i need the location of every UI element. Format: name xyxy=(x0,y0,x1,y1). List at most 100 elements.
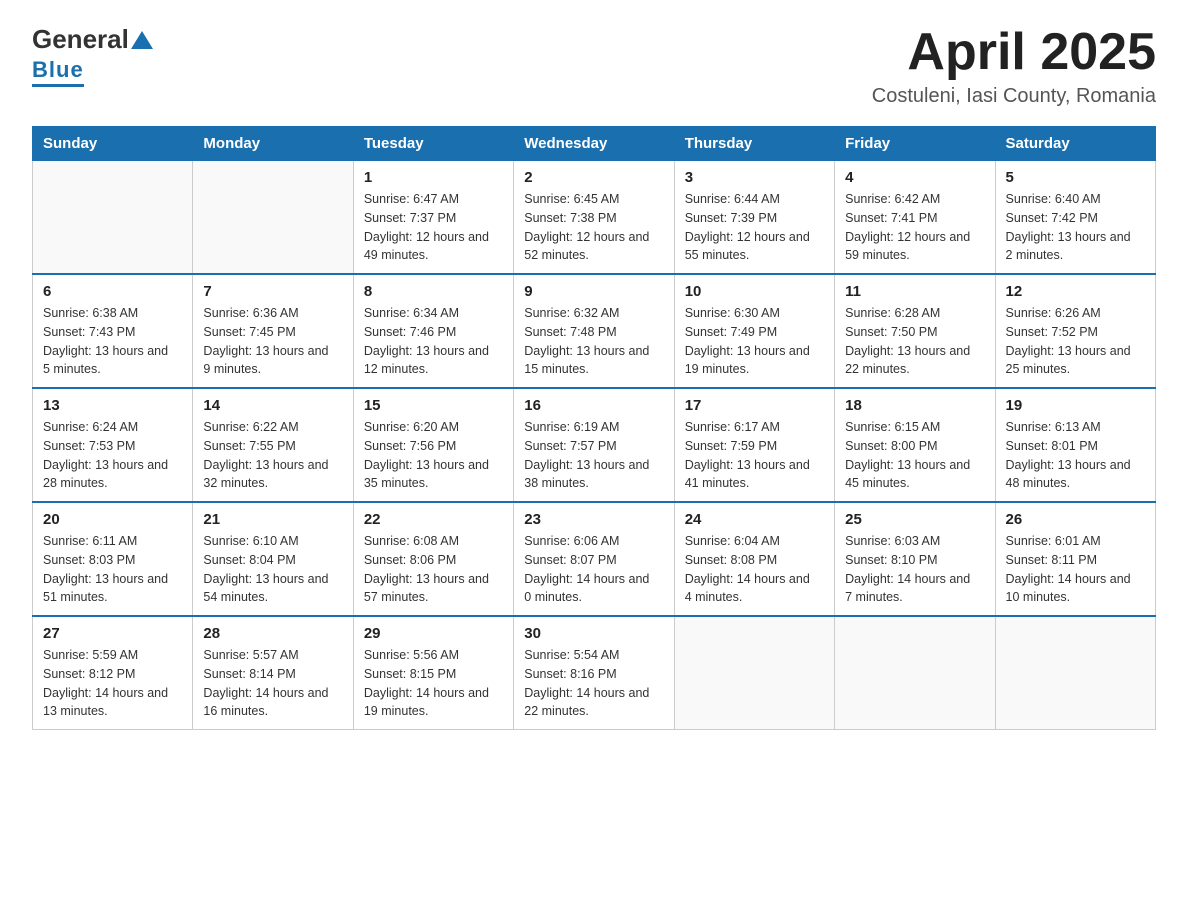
calendar-week-row: 27 Sunrise: 5:59 AMSunset: 8:12 PMDayligh… xyxy=(33,616,1156,730)
calendar-week-row: 20 Sunrise: 6:11 AMSunset: 8:03 PMDayligh… xyxy=(33,502,1156,616)
day-number: 13 xyxy=(43,397,182,414)
day-number: 9 xyxy=(524,283,663,300)
day-info: Sunrise: 5:59 AMSunset: 8:12 PMDaylight:… xyxy=(43,646,182,721)
day-info: Sunrise: 6:38 AMSunset: 7:43 PMDaylight:… xyxy=(43,304,182,379)
calendar-day-cell: 18 Sunrise: 6:15 AMSunset: 8:00 PMDayligh… xyxy=(835,388,995,502)
day-info: Sunrise: 6:08 AMSunset: 8:06 PMDaylight:… xyxy=(364,532,503,607)
calendar-day-cell: 27 Sunrise: 5:59 AMSunset: 8:12 PMDayligh… xyxy=(33,616,193,730)
day-info: Sunrise: 6:01 AMSunset: 8:11 PMDaylight:… xyxy=(1006,532,1145,607)
calendar-week-row: 6 Sunrise: 6:38 AMSunset: 7:43 PMDaylight… xyxy=(33,274,1156,388)
calendar-day-cell: 20 Sunrise: 6:11 AMSunset: 8:03 PMDayligh… xyxy=(33,502,193,616)
day-info: Sunrise: 6:19 AMSunset: 7:57 PMDaylight:… xyxy=(524,418,663,493)
col-sunday: Sunday xyxy=(33,127,193,161)
day-number: 26 xyxy=(1006,511,1145,528)
calendar-header-row: Sunday Monday Tuesday Wednesday Thursday… xyxy=(33,127,1156,161)
day-number: 4 xyxy=(845,169,984,186)
calendar-day-cell: 19 Sunrise: 6:13 AMSunset: 8:01 PMDayligh… xyxy=(995,388,1155,502)
day-info: Sunrise: 6:44 AMSunset: 7:39 PMDaylight:… xyxy=(685,190,824,265)
day-number: 28 xyxy=(203,625,342,642)
calendar-day-cell: 11Sunrise: 6:28 AMSunset: 7:50 PMDayligh… xyxy=(835,274,995,388)
calendar-day-cell xyxy=(674,616,834,730)
day-info: Sunrise: 6:10 AMSunset: 8:04 PMDaylight:… xyxy=(203,532,342,607)
day-info: Sunrise: 5:57 AMSunset: 8:14 PMDaylight:… xyxy=(203,646,342,721)
day-info: Sunrise: 6:45 AMSunset: 7:38 PMDaylight:… xyxy=(524,190,663,265)
calendar-day-cell: 16 Sunrise: 6:19 AMSunset: 7:57 PMDayligh… xyxy=(514,388,674,502)
day-number: 16 xyxy=(524,397,663,414)
day-info: Sunrise: 6:40 AMSunset: 7:42 PMDaylight:… xyxy=(1006,190,1145,265)
day-info: Sunrise: 6:17 AMSunset: 7:59 PMDaylight:… xyxy=(685,418,824,493)
day-info: Sunrise: 6:24 AMSunset: 7:53 PMDaylight:… xyxy=(43,418,182,493)
calendar-day-cell: 7Sunrise: 6:36 AMSunset: 7:45 PMDaylight… xyxy=(193,274,353,388)
day-info: Sunrise: 6:03 AMSunset: 8:10 PMDaylight:… xyxy=(845,532,984,607)
calendar-day-cell: 24 Sunrise: 6:04 AMSunset: 8:08 PMDayligh… xyxy=(674,502,834,616)
day-number: 7 xyxy=(203,283,342,300)
calendar-day-cell: 13 Sunrise: 6:24 AMSunset: 7:53 PMDayligh… xyxy=(33,388,193,502)
calendar-title-block: April 2025 Costuleni, Iasi County, Roman… xyxy=(872,24,1156,108)
day-number: 8 xyxy=(364,283,503,300)
calendar-day-cell: 23 Sunrise: 6:06 AMSunset: 8:07 PMDayligh… xyxy=(514,502,674,616)
day-number: 11 xyxy=(845,283,984,300)
day-info: Sunrise: 6:11 AMSunset: 8:03 PMDaylight:… xyxy=(43,532,182,607)
calendar-subtitle: Costuleni, Iasi County, Romania xyxy=(872,85,1156,108)
day-number: 14 xyxy=(203,397,342,414)
day-info: Sunrise: 6:26 AMSunset: 7:52 PMDaylight:… xyxy=(1006,304,1145,379)
calendar-day-cell: 2 Sunrise: 6:45 AMSunset: 7:38 PMDaylight… xyxy=(514,161,674,275)
day-info: Sunrise: 6:06 AMSunset: 8:07 PMDaylight:… xyxy=(524,532,663,607)
day-info: Sunrise: 6:04 AMSunset: 8:08 PMDaylight:… xyxy=(685,532,824,607)
logo-blue-text: Blue xyxy=(32,57,84,82)
day-info: Sunrise: 6:15 AMSunset: 8:00 PMDaylight:… xyxy=(845,418,984,493)
calendar-title: April 2025 xyxy=(872,24,1156,81)
calendar-day-cell: 10 Sunrise: 6:30 AMSunset: 7:49 PMDayligh… xyxy=(674,274,834,388)
calendar-day-cell: 26 Sunrise: 6:01 AMSunset: 8:11 PMDayligh… xyxy=(995,502,1155,616)
day-number: 3 xyxy=(685,169,824,186)
day-number: 21 xyxy=(203,511,342,528)
col-wednesday: Wednesday xyxy=(514,127,674,161)
day-number: 6 xyxy=(43,283,182,300)
calendar-day-cell: 12 Sunrise: 6:26 AMSunset: 7:52 PMDayligh… xyxy=(995,274,1155,388)
calendar-day-cell: 28 Sunrise: 5:57 AMSunset: 8:14 PMDayligh… xyxy=(193,616,353,730)
day-number: 2 xyxy=(524,169,663,186)
day-info: Sunrise: 6:13 AMSunset: 8:01 PMDaylight:… xyxy=(1006,418,1145,493)
day-number: 27 xyxy=(43,625,182,642)
logo-triangle-icon xyxy=(131,29,153,51)
day-info: Sunrise: 6:32 AMSunset: 7:48 PMDaylight:… xyxy=(524,304,663,379)
calendar-day-cell: 15Sunrise: 6:20 AMSunset: 7:56 PMDayligh… xyxy=(353,388,513,502)
day-info: Sunrise: 6:42 AMSunset: 7:41 PMDaylight:… xyxy=(845,190,984,265)
col-thursday: Thursday xyxy=(674,127,834,161)
day-number: 22 xyxy=(364,511,503,528)
day-number: 18 xyxy=(845,397,984,414)
day-number: 12 xyxy=(1006,283,1145,300)
day-info: Sunrise: 6:30 AMSunset: 7:49 PMDaylight:… xyxy=(685,304,824,379)
calendar-day-cell: 25Sunrise: 6:03 AMSunset: 8:10 PMDayligh… xyxy=(835,502,995,616)
day-number: 30 xyxy=(524,625,663,642)
calendar-day-cell: 4 Sunrise: 6:42 AMSunset: 7:41 PMDaylight… xyxy=(835,161,995,275)
col-monday: Monday xyxy=(193,127,353,161)
calendar-day-cell xyxy=(193,161,353,275)
day-number: 10 xyxy=(685,283,824,300)
page-header: General Blue April 2025 Costuleni, Iasi … xyxy=(32,24,1156,108)
day-info: Sunrise: 6:34 AMSunset: 7:46 PMDaylight:… xyxy=(364,304,503,379)
day-info: Sunrise: 6:22 AMSunset: 7:55 PMDaylight:… xyxy=(203,418,342,493)
day-number: 5 xyxy=(1006,169,1145,186)
day-number: 20 xyxy=(43,511,182,528)
day-number: 23 xyxy=(524,511,663,528)
col-saturday: Saturday xyxy=(995,127,1155,161)
calendar-day-cell: 29Sunrise: 5:56 AMSunset: 8:15 PMDayligh… xyxy=(353,616,513,730)
calendar-day-cell: 22 Sunrise: 6:08 AMSunset: 8:06 PMDayligh… xyxy=(353,502,513,616)
day-info: Sunrise: 6:20 AMSunset: 7:56 PMDaylight:… xyxy=(364,418,503,493)
day-info: Sunrise: 5:54 AMSunset: 8:16 PMDaylight:… xyxy=(524,646,663,721)
calendar-table: Sunday Monday Tuesday Wednesday Thursday… xyxy=(32,126,1156,730)
calendar-day-cell: 17 Sunrise: 6:17 AMSunset: 7:59 PMDayligh… xyxy=(674,388,834,502)
day-number: 24 xyxy=(685,511,824,528)
calendar-day-cell: 8 Sunrise: 6:34 AMSunset: 7:46 PMDaylight… xyxy=(353,274,513,388)
day-info: Sunrise: 5:56 AMSunset: 8:15 PMDaylight:… xyxy=(364,646,503,721)
logo-general-text: General xyxy=(32,24,129,55)
col-tuesday: Tuesday xyxy=(353,127,513,161)
col-friday: Friday xyxy=(835,127,995,161)
calendar-week-row: 13 Sunrise: 6:24 AMSunset: 7:53 PMDayligh… xyxy=(33,388,1156,502)
calendar-day-cell xyxy=(33,161,193,275)
logo: General Blue xyxy=(32,24,153,87)
day-info: Sunrise: 6:47 AMSunset: 7:37 PMDaylight:… xyxy=(364,190,503,265)
day-number: 17 xyxy=(685,397,824,414)
day-number: 19 xyxy=(1006,397,1145,414)
